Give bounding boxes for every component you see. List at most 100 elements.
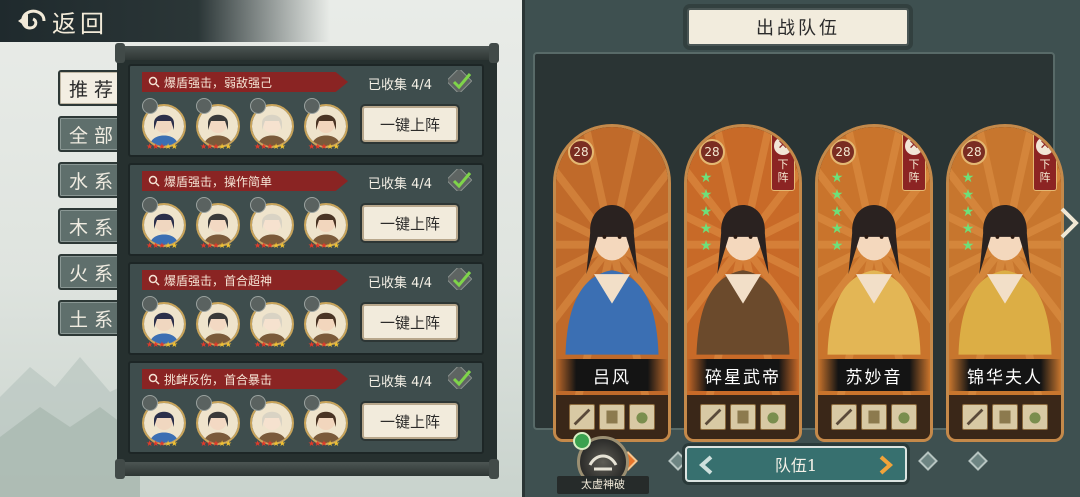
lineup-hero[interactable]: ★★★★★: [142, 98, 188, 152]
weapon-equip-icon[interactable]: [962, 404, 988, 430]
hero-card[interactable]: 28 ★ ★ ★ ★ ★ ✕ 下阵 碎星武帝: [684, 124, 802, 442]
back-label: 返回: [52, 9, 108, 38]
lineup-hero[interactable]: ★★★★★: [304, 98, 350, 152]
checkmark-icon: [448, 70, 472, 92]
remove-hero-button[interactable]: ✕ 下阵: [1033, 133, 1057, 191]
team-selector-label: 队伍1: [774, 456, 818, 475]
deploy-lineup-button[interactable]: 一键上阵: [362, 304, 458, 340]
hero-star-rating: ★★★★★: [146, 439, 178, 448]
weapon-equip-icon[interactable]: [700, 404, 726, 430]
lineup-tag: 爆盾强击，弱敌强己: [142, 72, 348, 92]
skill-refresh-icon: [573, 432, 591, 450]
deploy-lineup-button[interactable]: 一键上阵: [362, 403, 458, 439]
next-page-arrow-icon[interactable]: [1056, 205, 1080, 241]
hero-star-rating: ★★★★★: [254, 340, 286, 349]
deploy-lineup-button[interactable]: 一键上阵: [362, 106, 458, 142]
lineup-row: 爆盾强击，弱敌强己 已收集 4/4 ★★★★★ ★★★★★ ★★★★★ ★★★★…: [128, 64, 484, 157]
lineup-hero[interactable]: ★★★★★: [304, 296, 350, 350]
close-icon: ✕: [905, 137, 923, 155]
hero-name: 苏妙音: [818, 359, 930, 391]
lineup-hero[interactable]: ★★★★★: [250, 296, 296, 350]
lineup-hero[interactable]: ★★★★★: [196, 197, 242, 251]
lineup-hero[interactable]: ★★★★★: [304, 395, 350, 449]
hero-card[interactable]: 28 吕风: [553, 124, 671, 442]
lineup-hero[interactable]: ★★★★★: [196, 296, 242, 350]
element-icon: [196, 296, 212, 312]
star-icon: ★: [699, 170, 713, 186]
star-icon: ★: [961, 238, 975, 254]
page-dot[interactable]: [968, 451, 988, 471]
hero-card[interactable]: 28 ★ ★ ★ ★ ★ ✕ 下阵 锦华夫人: [946, 124, 1064, 442]
lineup-hero[interactable]: ★★★★★: [250, 98, 296, 152]
lineup-hero[interactable]: ★★★★★: [196, 395, 242, 449]
armor-equip-icon[interactable]: [861, 404, 887, 430]
back-bar[interactable]: 返回: [0, 0, 330, 42]
lineup-heroes: ★★★★★ ★★★★★ ★★★★★ ★★★★★: [142, 395, 350, 449]
hero-star-rating: ★★★★★: [146, 340, 178, 349]
lineup-list[interactable]: 爆盾强击，弱敌强己 已收集 4/4 ★★★★★ ★★★★★ ★★★★★ ★★★★…: [128, 64, 488, 464]
lineup-row: 挑衅反伤，首合暴击 已收集 4/4 ★★★★★ ★★★★★ ★★★★★ ★★★★…: [128, 361, 484, 454]
lineup-hero[interactable]: ★★★★★: [142, 197, 188, 251]
star-icon: ★: [830, 221, 844, 237]
hero-star-rating: ★★★★★: [308, 340, 340, 349]
hero-star-rating: ★★★★★: [200, 340, 232, 349]
hero-star-rating: ★★★★★: [308, 142, 340, 151]
armor-equip-icon[interactable]: [992, 404, 1018, 430]
hero-level-badge: 28: [961, 139, 987, 165]
deploy-lineup-button[interactable]: 一键上阵: [362, 205, 458, 241]
team-selector[interactable]: 队伍1: [685, 446, 907, 482]
star-icon: ★: [830, 170, 844, 186]
accessory-equip-icon[interactable]: [760, 404, 786, 430]
remove-hero-button[interactable]: ✕ 下阵: [771, 133, 795, 191]
hero-level-badge: 28: [830, 139, 856, 165]
element-icon: [250, 197, 266, 213]
remove-hero-button[interactable]: ✕ 下阵: [902, 133, 926, 191]
magnifier-icon: [148, 175, 160, 187]
armor-equip-icon[interactable]: [730, 404, 756, 430]
element-icon: [304, 98, 320, 114]
element-icon: [196, 98, 212, 114]
element-icon: [196, 197, 212, 213]
lineup-hero[interactable]: ★★★★★: [304, 197, 350, 251]
hero-star-rating: ★★★★★: [200, 142, 232, 151]
equipment-row: [818, 395, 930, 439]
armor-equip-icon[interactable]: [599, 404, 625, 430]
hero-name: 吕风: [556, 359, 668, 391]
star-icon: ★: [699, 221, 713, 237]
accessory-equip-icon[interactable]: [629, 404, 655, 430]
lineup-hero[interactable]: ★★★★★: [142, 395, 188, 449]
scroll-rod-top: [115, 43, 499, 63]
hero-star-rating: ★★★★★: [200, 241, 232, 250]
hero-cards: 28 吕风 28 ★ ★ ★ ★ ★ ✕ 下阵 碎星武帝 28 ★ ★ ★ ★ …: [553, 124, 1064, 442]
close-icon: ✕: [774, 137, 792, 155]
lineup-hero[interactable]: ★★★★★: [250, 197, 296, 251]
lineup-tag: 爆盾强击，操作简单: [142, 171, 348, 191]
lineup-heroes: ★★★★★ ★★★★★ ★★★★★ ★★★★★: [142, 296, 350, 350]
element-icon: [142, 197, 158, 213]
next-team-arrow-icon[interactable]: [875, 454, 895, 476]
lineup-tag-text: 爆盾强击，首合超神: [164, 273, 273, 288]
star-icon: ★: [830, 187, 844, 203]
weapon-equip-icon[interactable]: [831, 404, 857, 430]
accessory-equip-icon[interactable]: [891, 404, 917, 430]
lineup-tag-text: 爆盾强击，弱敌强己: [164, 75, 273, 90]
star-icon: ★: [830, 238, 844, 254]
hero-star-rating: ★★★★★: [254, 241, 286, 250]
weapon-equip-icon[interactable]: [569, 404, 595, 430]
checkmark-icon: [448, 169, 472, 191]
lineup-heroes: ★★★★★ ★★★★★ ★★★★★ ★★★★★: [142, 197, 350, 251]
team-panel: 出战队伍 28 吕风 28 ★ ★ ★ ★ ★ ✕ 下阵 碎星武帝 28 ★ ★…: [522, 0, 1080, 497]
page-dot[interactable]: [918, 451, 938, 471]
hero-star-rating: ★★★★★: [308, 241, 340, 250]
lineup-hero[interactable]: ★★★★★: [196, 98, 242, 152]
lineup-hero[interactable]: ★★★★★: [142, 296, 188, 350]
accessory-equip-icon[interactable]: [1022, 404, 1048, 430]
magnifier-icon: [148, 373, 160, 385]
hero-star-rating: ★★★★★: [146, 241, 178, 250]
collected-count: 已收集 4/4: [368, 78, 433, 93]
element-icon: [250, 296, 266, 312]
hero-card[interactable]: 28 ★ ★ ★ ★ ★ ✕ 下阵 苏妙音: [815, 124, 933, 442]
lineup-hero[interactable]: ★★★★★: [250, 395, 296, 449]
lineup-row: 爆盾强击，首合超神 已收集 4/4 ★★★★★ ★★★★★ ★★★★★ ★★★★…: [128, 262, 484, 355]
prev-team-arrow-icon[interactable]: [697, 454, 717, 476]
